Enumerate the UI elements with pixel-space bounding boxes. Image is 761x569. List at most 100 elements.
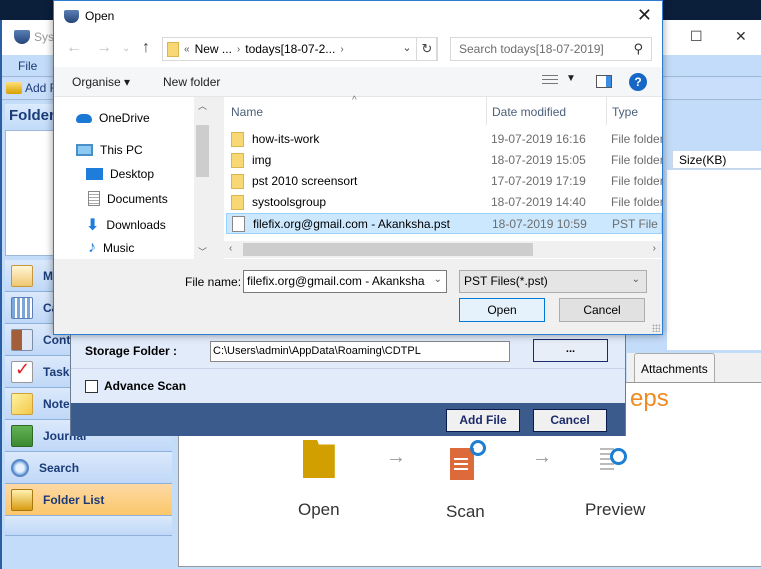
tree-item-onedrive[interactable]: OneDrive bbox=[76, 111, 150, 125]
open-button[interactable]: Open bbox=[459, 298, 545, 322]
search-placeholder: Search todays[18-07-2019] bbox=[459, 42, 604, 56]
notes-icon bbox=[11, 392, 33, 415]
column-name[interactable]: Name bbox=[231, 105, 263, 119]
tree-item-desktop[interactable]: Desktop bbox=[86, 167, 154, 181]
maximize-icon[interactable]: ☐ bbox=[690, 28, 703, 45]
menu-file[interactable]: File bbox=[18, 59, 37, 73]
file-row[interactable]: img 18-07-2019 15:05 File folder bbox=[226, 150, 663, 171]
cancel-button[interactable]: Cancel bbox=[559, 298, 645, 322]
folder-icon bbox=[231, 132, 244, 147]
recent-locations-chevron-icon[interactable]: ⌄ bbox=[122, 43, 130, 54]
add-file-toolbar-button[interactable]: Add F bbox=[6, 81, 57, 95]
address-dropdown-icon[interactable]: ⌄ bbox=[397, 37, 417, 61]
scroll-right-icon[interactable]: › bbox=[653, 243, 656, 254]
dialog-navbar: ← → ⌄ ↑ « New ... › todays[18-07-2... › … bbox=[54, 31, 662, 67]
view-dropdown-icon[interactable]: ▼ bbox=[566, 73, 576, 84]
dialog-command-bar: Organise ▾ New folder ▼ ? bbox=[54, 67, 662, 97]
dialog-titlebar: Open ✕ bbox=[54, 1, 662, 31]
organise-menu[interactable]: Organise ▾ bbox=[72, 75, 130, 89]
close-icon[interactable]: ✕ bbox=[735, 28, 747, 45]
file-row[interactable]: systoolsgroup 18-07-2019 14:40 File fold… bbox=[226, 192, 663, 213]
tree-item-documents[interactable]: Documents bbox=[88, 191, 168, 206]
file-type: File folder bbox=[611, 153, 663, 167]
add-file-button[interactable]: Add File bbox=[446, 409, 520, 432]
step-label: Open bbox=[298, 500, 340, 519]
up-arrow-icon[interactable]: ↑ bbox=[142, 39, 150, 57]
nav-item-search[interactable]: Search bbox=[5, 452, 172, 484]
scrollbar-thumb[interactable] bbox=[243, 243, 533, 256]
advance-scan-option[interactable]: Advance Scan bbox=[85, 379, 186, 393]
file-list: ^ Name Date modified Type how-its-work 1… bbox=[224, 95, 663, 259]
scrollbar-thumb[interactable] bbox=[196, 125, 209, 177]
horizontal-scrollbar[interactable]: ‹ › bbox=[224, 241, 662, 258]
chevron-down-icon[interactable]: ⌄ bbox=[433, 274, 442, 285]
back-arrow-icon[interactable]: ← bbox=[66, 39, 82, 57]
resize-grip[interactable] bbox=[652, 324, 660, 332]
new-folder-button[interactable]: New folder bbox=[163, 75, 220, 89]
dialog-title-text: Open bbox=[85, 9, 115, 23]
music-icon: ♪ bbox=[88, 239, 96, 256]
file-row[interactable]: how-its-work 19-07-2019 16:16 File folde… bbox=[226, 129, 663, 150]
arrow-right-icon: → bbox=[532, 446, 552, 468]
advance-scan-checkbox[interactable] bbox=[85, 379, 98, 393]
calendar-icon bbox=[11, 296, 33, 319]
steps-title: eps bbox=[630, 385, 669, 412]
column-size[interactable]: Size(KB) bbox=[672, 151, 761, 169]
close-icon[interactable]: ✕ bbox=[637, 5, 652, 26]
file-type: PST File bbox=[612, 217, 658, 231]
search-icon[interactable]: ⚲ bbox=[633, 41, 643, 57]
contacts-icon bbox=[11, 328, 33, 351]
nav-spacer bbox=[5, 516, 172, 536]
refresh-icon[interactable]: ↻ bbox=[416, 37, 438, 61]
file-name-input[interactable]: filefix.org@gmail.com - Akanksha ⌄ bbox=[243, 270, 447, 293]
file-type-select[interactable]: PST Files(*.pst) ⌄ bbox=[459, 270, 647, 293]
folder-icon bbox=[302, 440, 335, 478]
folder-icon bbox=[231, 153, 244, 168]
tasks-icon bbox=[11, 359, 33, 383]
forward-arrow-icon[interactable]: → bbox=[96, 39, 112, 57]
preview-pane-icon[interactable] bbox=[596, 75, 612, 88]
address-bar[interactable]: « New ... › todays[18-07-2... › bbox=[162, 37, 437, 61]
scroll-up-icon[interactable]: ︿ bbox=[198, 99, 207, 112]
file-name: how-its-work bbox=[252, 132, 320, 146]
add-file-panel-footer: Add File Cancel bbox=[71, 403, 625, 436]
message-list[interactable] bbox=[667, 170, 761, 350]
file-icon bbox=[232, 216, 245, 232]
tree-item-music[interactable]: ♪ Music bbox=[88, 239, 134, 257]
file-list-header: ^ Name Date modified Type bbox=[224, 95, 662, 125]
file-row[interactable]: pst 2010 screensort 17-07-2019 17:19 Fil… bbox=[226, 171, 663, 192]
folder-icon bbox=[231, 195, 244, 210]
cancel-button[interactable]: Cancel bbox=[533, 409, 607, 432]
tab-attachments[interactable]: Attachments bbox=[634, 353, 715, 382]
search-input[interactable]: Search todays[18-07-2019] ⚲ bbox=[450, 37, 652, 61]
tree-item-this-pc[interactable]: This PC bbox=[76, 143, 143, 157]
scroll-down-icon[interactable]: ﹀ bbox=[198, 245, 207, 258]
breadcrumb-overflow[interactable]: « bbox=[184, 44, 190, 55]
file-row-selected[interactable]: filefix.org@gmail.com - Akanksha.pst 18-… bbox=[226, 213, 662, 234]
tree-item-downloads[interactable]: ⬇ Downloads bbox=[86, 215, 166, 235]
help-icon[interactable]: ? bbox=[629, 73, 647, 91]
journal-icon bbox=[11, 424, 33, 447]
column-date-modified[interactable]: Date modified bbox=[492, 105, 566, 119]
view-options-icon[interactable] bbox=[542, 75, 558, 87]
browse-button[interactable]: ... bbox=[533, 339, 608, 362]
file-name-value: filefix.org@gmail.com - Akanksha bbox=[247, 274, 425, 288]
nav-item-folder-list[interactable]: Folder List bbox=[5, 484, 172, 516]
chevron-right-icon[interactable]: › bbox=[340, 44, 343, 55]
preview-icon bbox=[600, 442, 630, 478]
tree-item-label: Documents bbox=[107, 191, 168, 206]
breadcrumb-item[interactable]: New ... bbox=[195, 42, 232, 56]
arrow-right-icon: → bbox=[386, 446, 406, 468]
nav-item-label: Search bbox=[39, 460, 80, 475]
folder-icon bbox=[167, 41, 179, 57]
tree-scrollbar[interactable]: ︿ ﹀ bbox=[194, 97, 211, 259]
file-type: File folder bbox=[611, 174, 663, 188]
add-file-panel: Storage Folder : C:\Users\admin\AppData\… bbox=[70, 330, 626, 436]
file-name: systoolsgroup bbox=[252, 195, 327, 209]
scroll-left-icon[interactable]: ‹ bbox=[229, 243, 232, 254]
storage-folder-path-input[interactable]: C:\Users\admin\AppData\Roaming\CDTPL bbox=[210, 341, 510, 362]
chevron-right-icon[interactable]: › bbox=[237, 44, 240, 55]
file-name: img bbox=[252, 153, 272, 167]
column-type[interactable]: Type bbox=[612, 105, 638, 119]
breadcrumb-item[interactable]: todays[18-07-2... bbox=[245, 42, 335, 56]
